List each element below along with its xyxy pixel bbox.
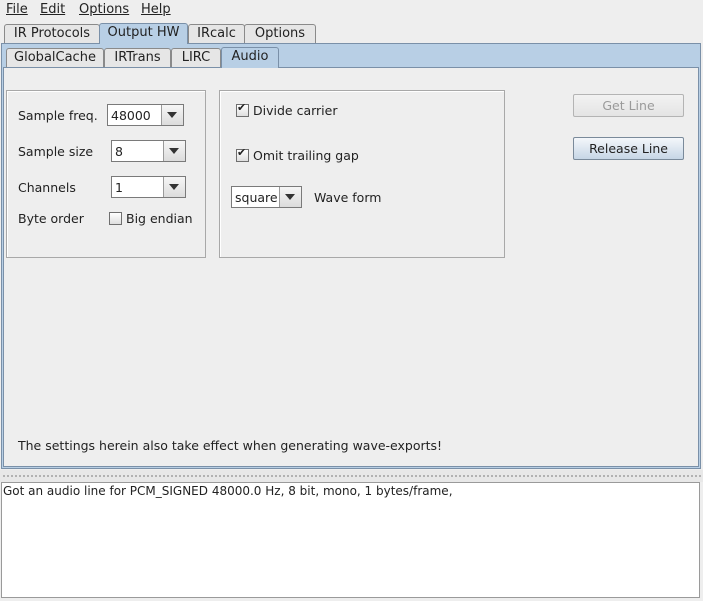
sample-size-value: 8 bbox=[115, 144, 123, 159]
wave-form-value: square bbox=[235, 190, 278, 205]
chevron-down-icon[interactable] bbox=[163, 141, 185, 161]
wave-form-combo[interactable]: square bbox=[231, 186, 302, 208]
byte-order-label: Byte order bbox=[18, 211, 84, 226]
divide-carrier-label[interactable]: Divide carrier bbox=[253, 103, 337, 118]
menu-help[interactable]: Help bbox=[141, 2, 171, 17]
chevron-down-icon[interactable] bbox=[279, 187, 301, 207]
channels-value: 1 bbox=[115, 180, 123, 195]
tab-globalcache[interactable]: GlobalCache bbox=[6, 48, 104, 67]
tab-audio[interactable]: Audio bbox=[221, 47, 279, 68]
sample-freq-label: Sample freq. bbox=[18, 108, 98, 123]
divide-carrier-checkbox[interactable]: ✔ bbox=[236, 101, 249, 117]
tab-output-hw[interactable]: Output HW bbox=[99, 23, 188, 44]
settings-note: The settings herein also take effect whe… bbox=[18, 438, 443, 453]
chevron-down-icon[interactable] bbox=[161, 105, 183, 125]
sample-freq-combo[interactable]: 48000 bbox=[107, 104, 184, 126]
release-line-button[interactable]: Release Line bbox=[573, 137, 684, 160]
checkmark-icon: ✔ bbox=[237, 101, 247, 114]
menu-file[interactable]: File bbox=[6, 2, 28, 17]
omit-trailing-gap-label[interactable]: Omit trailing gap bbox=[253, 148, 359, 163]
checkmark-icon: ✔ bbox=[237, 146, 247, 159]
tab-lirc[interactable]: LIRC bbox=[171, 48, 221, 67]
channels-combo[interactable]: 1 bbox=[111, 176, 186, 198]
get-line-button[interactable]: Get Line bbox=[573, 94, 684, 117]
channels-label: Channels bbox=[18, 180, 76, 195]
tab-ircalc[interactable]: IRcalc bbox=[188, 24, 245, 43]
chevron-down-icon[interactable] bbox=[163, 177, 185, 197]
menu-options[interactable]: Options bbox=[79, 2, 129, 17]
big-endian-checkbox[interactable] bbox=[109, 212, 122, 225]
omit-trailing-gap-checkbox[interactable]: ✔ bbox=[236, 146, 249, 162]
tab-irtrans[interactable]: IRTrans bbox=[104, 48, 171, 67]
sample-size-label: Sample size bbox=[18, 144, 94, 159]
sample-freq-value: 48000 bbox=[111, 108, 151, 123]
tab-ir-protocols[interactable]: IR Protocols bbox=[4, 24, 100, 43]
sample-size-combo[interactable]: 8 bbox=[111, 140, 186, 162]
console-output[interactable] bbox=[1, 482, 700, 598]
menu-edit[interactable]: Edit bbox=[40, 2, 65, 17]
tab-options[interactable]: Options bbox=[244, 24, 316, 43]
splitter-grip-icon[interactable] bbox=[2, 474, 701, 478]
console-text: Got an audio line for PCM_SIGNED 48000.0… bbox=[3, 484, 453, 498]
big-endian-label[interactable]: Big endian bbox=[126, 211, 193, 226]
menu-bar: File Edit Options Help bbox=[0, 0, 703, 21]
wave-form-label: Wave form bbox=[314, 190, 382, 205]
